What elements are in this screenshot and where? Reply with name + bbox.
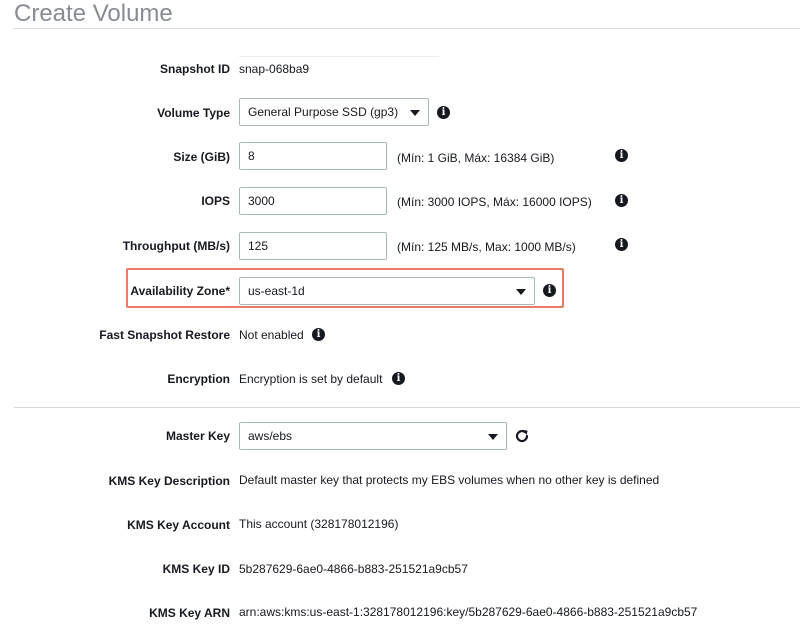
master-key-select[interactable]: aws/ebs	[239, 422, 507, 450]
info-icon[interactable]: i	[615, 238, 628, 251]
iops-hint: (Mín: 3000 IOPS, Máx: 16000 IOPS)	[397, 195, 592, 209]
size-label: Size (GiB)	[173, 150, 230, 164]
fast-snapshot-restore-value: Not enabled	[239, 328, 304, 342]
info-icon[interactable]: i	[437, 106, 450, 119]
snapshot-id-label: Snapshot ID	[159, 62, 230, 76]
volume-type-value: General Purpose SSD (gp3)	[248, 105, 399, 119]
info-icon[interactable]: i	[615, 149, 628, 162]
master-key-label: Master Key	[165, 429, 230, 443]
kms-key-arn-value: arn:aws:kms:us-east-1:328178012196:key/5…	[239, 605, 698, 619]
encryption-label: Encryption	[167, 372, 230, 386]
size-hint: (Mín: 1 GiB, Máx: 16384 GiB)	[397, 151, 555, 165]
info-icon[interactable]: i	[615, 194, 628, 207]
throughput-label: Throughput (MB/s)	[122, 239, 230, 253]
page-title: Create Volume	[14, 0, 173, 27]
info-icon[interactable]: i	[392, 372, 405, 385]
encryption-value: Encryption is set by default	[239, 372, 383, 386]
availability-zone-select[interactable]: us-east-1d	[239, 277, 535, 305]
title-divider	[14, 28, 800, 29]
chevron-down-icon	[410, 110, 420, 116]
availability-zone-label: Availability Zone*	[130, 284, 230, 298]
size-input[interactable]: 8	[239, 142, 387, 170]
volume-type-select[interactable]: General Purpose SSD (gp3)	[239, 98, 429, 126]
kms-key-description-label: KMS Key Description	[108, 474, 230, 488]
availability-zone-value: us-east-1d	[248, 284, 305, 298]
volume-type-label: Volume Type	[157, 106, 230, 120]
iops-input[interactable]: 3000	[239, 187, 387, 215]
info-icon[interactable]: i	[543, 284, 556, 297]
section-divider	[14, 407, 800, 408]
kms-key-account-label: KMS Key Account	[127, 518, 230, 532]
chevron-down-icon	[488, 434, 498, 440]
kms-key-description-value: Default master key that protects my EBS …	[239, 473, 660, 487]
throughput-hint: (Mín: 125 MB/s, Max: 1000 MB/s)	[397, 240, 576, 254]
refresh-icon[interactable]	[514, 428, 530, 444]
master-key-value: aws/ebs	[248, 429, 293, 443]
throughput-input[interactable]: 125	[239, 232, 387, 260]
fast-snapshot-restore-label: Fast Snapshot Restore	[99, 328, 230, 342]
kms-key-id-value: 5b287629-6ae0-4866-b883-251521a9cb57	[239, 562, 468, 576]
kms-key-arn-label: KMS Key ARN	[149, 606, 230, 620]
info-icon[interactable]: i	[312, 328, 325, 341]
iops-label: IOPS	[201, 194, 230, 208]
kms-key-account-value: This account (328178012196)	[239, 517, 399, 531]
chevron-down-icon	[516, 289, 526, 295]
kms-key-id-label: KMS Key ID	[162, 562, 230, 576]
snapshot-id-value: snap-068ba9	[239, 62, 310, 76]
snapshot-id-underline	[239, 56, 439, 57]
